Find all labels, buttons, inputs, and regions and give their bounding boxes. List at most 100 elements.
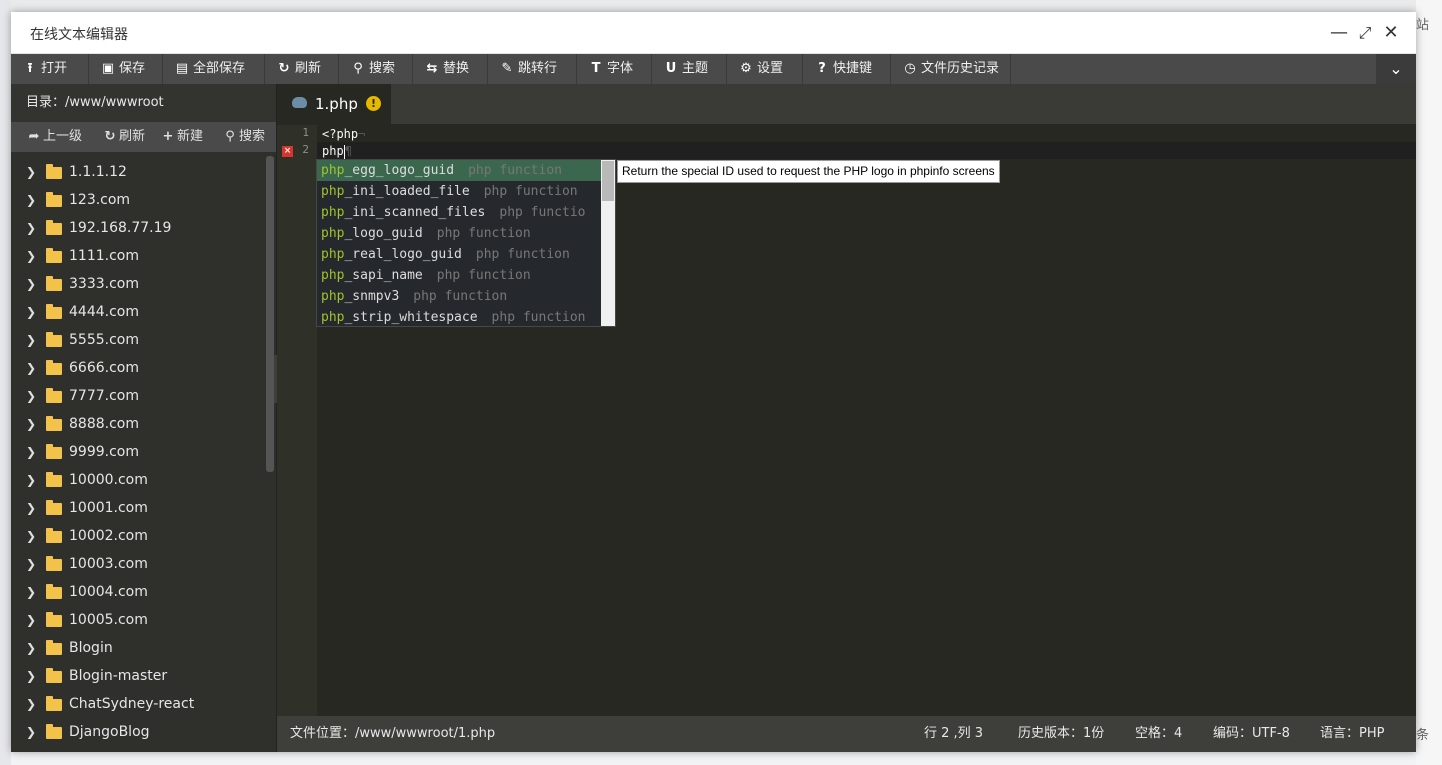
toolbar-button-label: 保存 [119,61,146,76]
chevron-right-icon[interactable]: ❯ [26,242,36,270]
folder-item[interactable]: ❯ 10002.com [11,522,276,550]
sidebar-scrollbar[interactable] [266,156,274,472]
folder-icon [46,472,62,487]
toolbar-button-8[interactable]: U 主题 [652,54,727,84]
toolbar-button-3[interactable]: ↻ 刷新 [265,54,339,84]
toolbar-button-10[interactable]: ? 快捷键 [803,54,891,84]
status-bar: 文件位置：/www/wwwroot/1.php 行 2 ,列 3 历史版本：1份… [277,716,1416,752]
folder-icon [46,640,62,655]
toolbar-button-1[interactable]: ▣ 保存 [89,54,163,84]
folder-name: 7777.com [69,388,139,404]
code-line[interactable]: <?php¬ [322,126,365,143]
sidebar-tool-0[interactable]: ➦ 上一级 [27,122,82,152]
chevron-down-icon[interactable]: ⌄ [1376,54,1416,84]
autocomplete-item[interactable]: php_strip_whitespace php function [317,307,615,326]
chevron-right-icon[interactable]: ❯ [26,298,36,326]
folder-item[interactable]: ❯ 123.com [11,186,276,214]
chevron-right-icon[interactable]: ❯ [26,270,36,298]
folder-name: Blogin [69,640,113,656]
folder-item[interactable]: ❯ 1.1.1.12 [11,158,276,186]
folder-item[interactable]: ❯ 10005.com [11,606,276,634]
toolbar-button-7[interactable]: T 字体 [577,54,652,84]
chevron-right-icon[interactable]: ❯ [26,466,36,494]
code-line[interactable]: php¶ [322,143,352,160]
folder-item[interactable]: ❯ DjangoBlog [11,718,276,746]
error-marker-icon[interactable]: × [282,146,293,157]
autocomplete-completion: _real_logo_guid [344,247,462,262]
folder-item[interactable]: ❯ 192.168.77.19 [11,214,276,242]
chevron-right-icon[interactable]: ❯ [26,606,36,634]
folder-item[interactable]: ❯ 10000.com [11,466,276,494]
folder-item[interactable]: ❯ 10001.com [11,494,276,522]
minimize-icon[interactable]: — [1328,22,1350,44]
folder-item[interactable]: ❯ 8888.com [11,410,276,438]
autocomplete-scrollbar[interactable] [601,160,615,326]
autocomplete-scroll-thumb[interactable] [602,161,614,201]
indent-setting[interactable]: 空格：4 [1122,716,1195,752]
folder-item[interactable]: ❯ 6666.com [11,354,276,382]
toolbar-button-9[interactable]: ⚙ 设置 [727,54,803,84]
folder-name: 10000.com [69,472,148,488]
chevron-right-icon[interactable]: ❯ [26,410,36,438]
chevron-right-icon[interactable]: ❯ [26,438,36,466]
folder-item[interactable]: ❯ 3333.com [11,270,276,298]
history-versions[interactable]: 历史版本：1份 [1005,716,1117,752]
autocomplete-doc-tooltip: Return the special ID used to request th… [617,160,1000,183]
chevron-right-icon[interactable]: ❯ [26,158,36,186]
folder-item[interactable]: ❯ 4444.com [11,298,276,326]
autocomplete-item[interactable]: php_ini_loaded_file php function [317,181,615,202]
folder-item[interactable]: ❯ 1111.com [11,242,276,270]
folder-item[interactable]: ❯ 7777.com [11,382,276,410]
autocomplete-item[interactable]: php_ini_scanned_files php functio [317,202,615,223]
language-setting[interactable]: 语言：PHP [1307,716,1397,752]
chevron-right-icon[interactable]: ❯ [26,662,36,690]
autocomplete-item[interactable]: php_sapi_name php function [317,265,615,286]
maximize-icon[interactable]: ⤢ [1354,22,1376,44]
folder-item[interactable]: ❯ 10003.com [11,550,276,578]
toolbar-button-2[interactable]: ▤ 全部保存 [163,54,265,84]
sidebar-tool-label: 刷新 [119,129,146,144]
chevron-right-icon[interactable]: ❯ [26,578,36,606]
close-icon[interactable]: ✕ [1380,22,1402,44]
cursor-position[interactable]: 行 2 ,列 3 [911,716,996,752]
chevron-right-icon[interactable]: ❯ [26,690,36,718]
chevron-right-icon[interactable]: ❯ [26,214,36,242]
autocomplete-meta: php function [468,163,562,178]
folder-item[interactable]: ❯ Blogin [11,634,276,662]
php-elephant-icon [292,97,307,108]
chevron-right-icon[interactable]: ❯ [26,522,36,550]
chevron-right-icon[interactable]: ❯ [26,634,36,662]
folder-item[interactable]: ❯ 10004.com [11,578,276,606]
chevron-right-icon[interactable]: ❯ [26,354,36,382]
chevron-right-icon[interactable]: ❯ [26,718,36,746]
toolbar-button-4[interactable]: ⚲ 搜索 [339,54,413,84]
autocomplete-item[interactable]: php_logo_guid php function [317,223,615,244]
autocomplete-meta: php function [436,268,531,283]
autocomplete-item[interactable]: php_egg_logo_guid php function [317,160,615,181]
autocomplete-meta: php function [491,310,586,325]
clock-icon: ◷ [904,61,916,76]
folder-item[interactable]: ❯ 5555.com [11,326,276,354]
sidebar-tool-2[interactable]: + 新建 [161,122,203,152]
sidebar-tool-3[interactable]: ⚲ 搜索 [223,122,265,152]
autocomplete-item[interactable]: php_real_logo_guid php function [317,244,615,265]
toolbar-button-5[interactable]: ⇆ 替换 [413,54,488,84]
file-location: 文件位置：/www/wwwroot/1.php [290,726,496,741]
chevron-right-icon[interactable]: ❯ [26,186,36,214]
folder-item[interactable]: ❯ ChatSydney-react [11,690,276,718]
chevron-right-icon[interactable]: ❯ [26,382,36,410]
editor-dialog: 在线文本编辑器 — ⤢ ✕ ⭱ 打开 ▣ 保存 ▤ 全部保存 ↻ 刷新 ⚲ 搜索 ⇆ 替换 ✎ 跳转行 T 字… [11,12,1416,752]
sidebar-tool-1[interactable]: ↻ 刷新 [103,122,145,152]
chevron-right-icon[interactable]: ❯ [26,550,36,578]
encoding-setting[interactable]: 编码：UTF-8 [1200,716,1303,752]
toolbar-button-11[interactable]: ◷ 文件历史记录 [891,54,1011,84]
toolbar-button-0[interactable]: ⭱ 打开 [11,54,89,84]
toolbar-button-6[interactable]: ✎ 跳转行 [488,54,577,84]
folder-item[interactable]: ❯ Blogin-master [11,662,276,690]
tab-1-php[interactable]: 1.php ! [277,84,391,124]
chevron-right-icon[interactable]: ❯ [26,494,36,522]
chevron-right-icon[interactable]: ❯ [26,326,36,354]
autocomplete-item[interactable]: php_snmpv3 php function [317,286,615,307]
folder-item[interactable]: ❯ 9999.com [11,438,276,466]
toolbar-button-label: 替换 [443,61,470,76]
